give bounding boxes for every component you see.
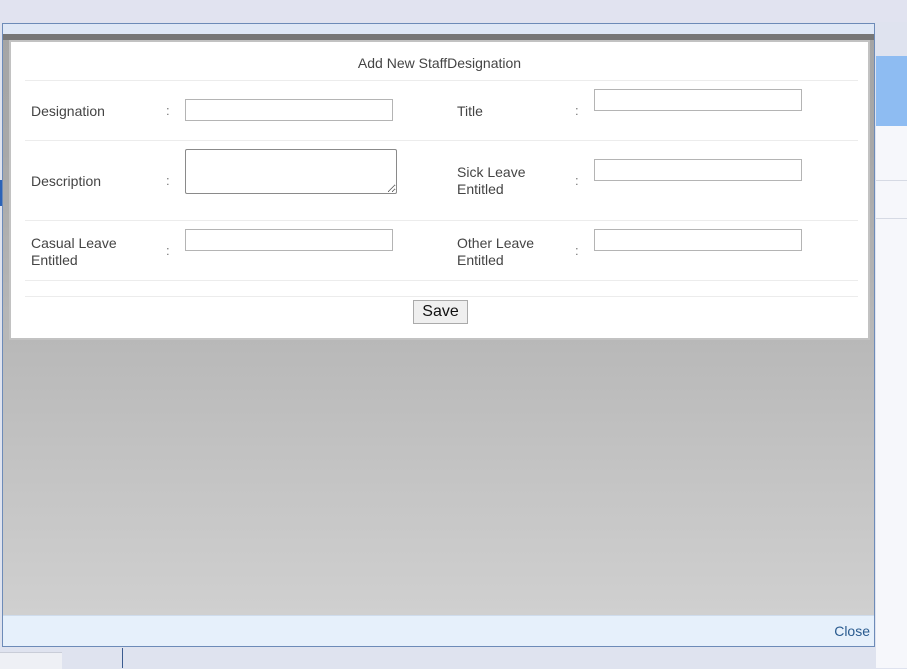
sick-leave-label: Sick Leave Entitled [457, 164, 525, 198]
description-textarea[interactable] [185, 149, 397, 194]
save-button[interactable]: Save [413, 300, 468, 324]
close-link[interactable]: Close [834, 623, 870, 639]
description-label: Description [31, 173, 102, 189]
staff-designation-form: Add New StaffDesignation Designation : T… [9, 40, 870, 340]
sick-leave-input[interactable] [594, 159, 802, 181]
background-banner [876, 56, 907, 126]
other-leave-label-line2: Entitled [457, 252, 504, 268]
form-divider [25, 140, 858, 141]
other-leave-label: Other Leave Entitled [457, 235, 534, 269]
add-staff-designation-dialog: Add New StaffDesignation Designation : T… [2, 23, 875, 647]
casual-leave-label-line1: Casual Leave [31, 235, 117, 251]
sick-leave-label-line2: Entitled [457, 181, 504, 197]
other-leave-input[interactable] [594, 229, 802, 251]
designation-label: Designation [31, 103, 105, 119]
description-colon: : [166, 173, 170, 188]
background-header [0, 0, 907, 22]
title-input[interactable] [594, 89, 802, 111]
designation-input[interactable] [185, 99, 393, 121]
form-title: Add New StaffDesignation [357, 55, 522, 71]
background-footer-tab [0, 652, 62, 669]
background-divider [876, 180, 907, 181]
dialog-footer: Close [3, 615, 874, 646]
title-label: Title [457, 103, 483, 119]
form-divider [25, 280, 858, 281]
sick-leave-colon: : [575, 173, 579, 188]
sick-leave-label-line1: Sick Leave [457, 164, 526, 180]
other-leave-label-line1: Other Leave [457, 235, 535, 251]
form-divider [25, 296, 858, 297]
other-leave-colon: : [575, 243, 579, 258]
background-divider [876, 218, 907, 219]
dialog-body: Add New StaffDesignation Designation : T… [3, 34, 874, 616]
dialog-titlebar[interactable] [3, 24, 874, 34]
background-divider [122, 648, 123, 668]
designation-colon: : [166, 103, 170, 118]
title-colon: : [575, 103, 579, 118]
form-divider [25, 80, 858, 81]
casual-leave-label: Casual Leave Entitled [31, 235, 117, 269]
casual-leave-input[interactable] [185, 229, 393, 251]
form-divider [25, 220, 858, 221]
casual-leave-label-line2: Entitled [31, 252, 78, 268]
casual-leave-colon: : [166, 243, 170, 258]
background-panel [876, 126, 907, 668]
